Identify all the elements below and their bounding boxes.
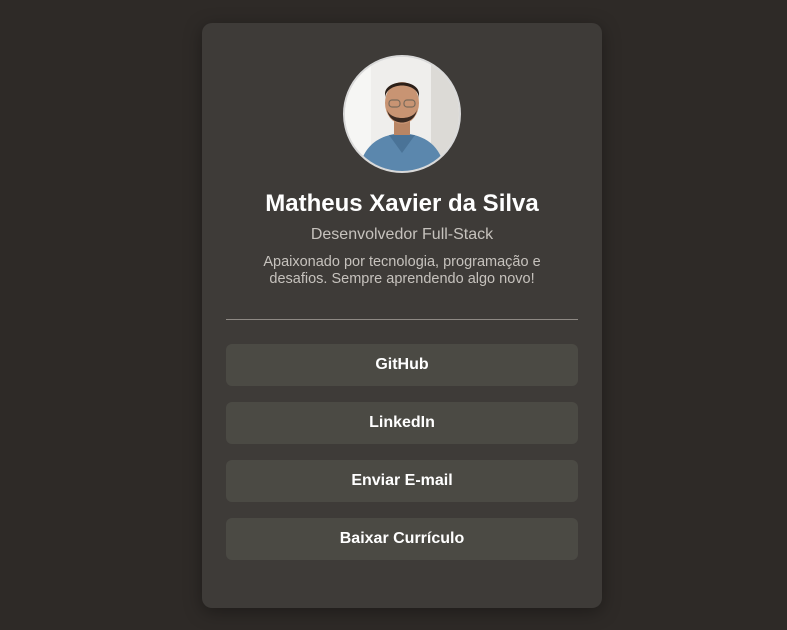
linkedin-button[interactable]: LinkedIn — [226, 402, 578, 444]
profile-role: Desenvolvedor Full-Stack — [310, 226, 494, 243]
github-button[interactable]: GitHub — [226, 344, 578, 386]
divider — [226, 319, 578, 320]
profile-card: Matheus Xavier da Silva Desenvolvedor Fu… — [202, 23, 602, 608]
links-list: GitHub LinkedIn Enviar E-mail Baixar Cur… — [226, 344, 578, 576]
avatar — [343, 55, 461, 173]
email-button[interactable]: Enviar E-mail — [226, 460, 578, 502]
profile-name: Matheus Xavier da Silva — [265, 190, 539, 217]
download-resume-button[interactable]: Baixar Currículo — [226, 518, 578, 560]
profile-bio: Apaixonado por tecnologia, programação e… — [263, 254, 541, 287]
profile-photo-image — [345, 57, 459, 171]
